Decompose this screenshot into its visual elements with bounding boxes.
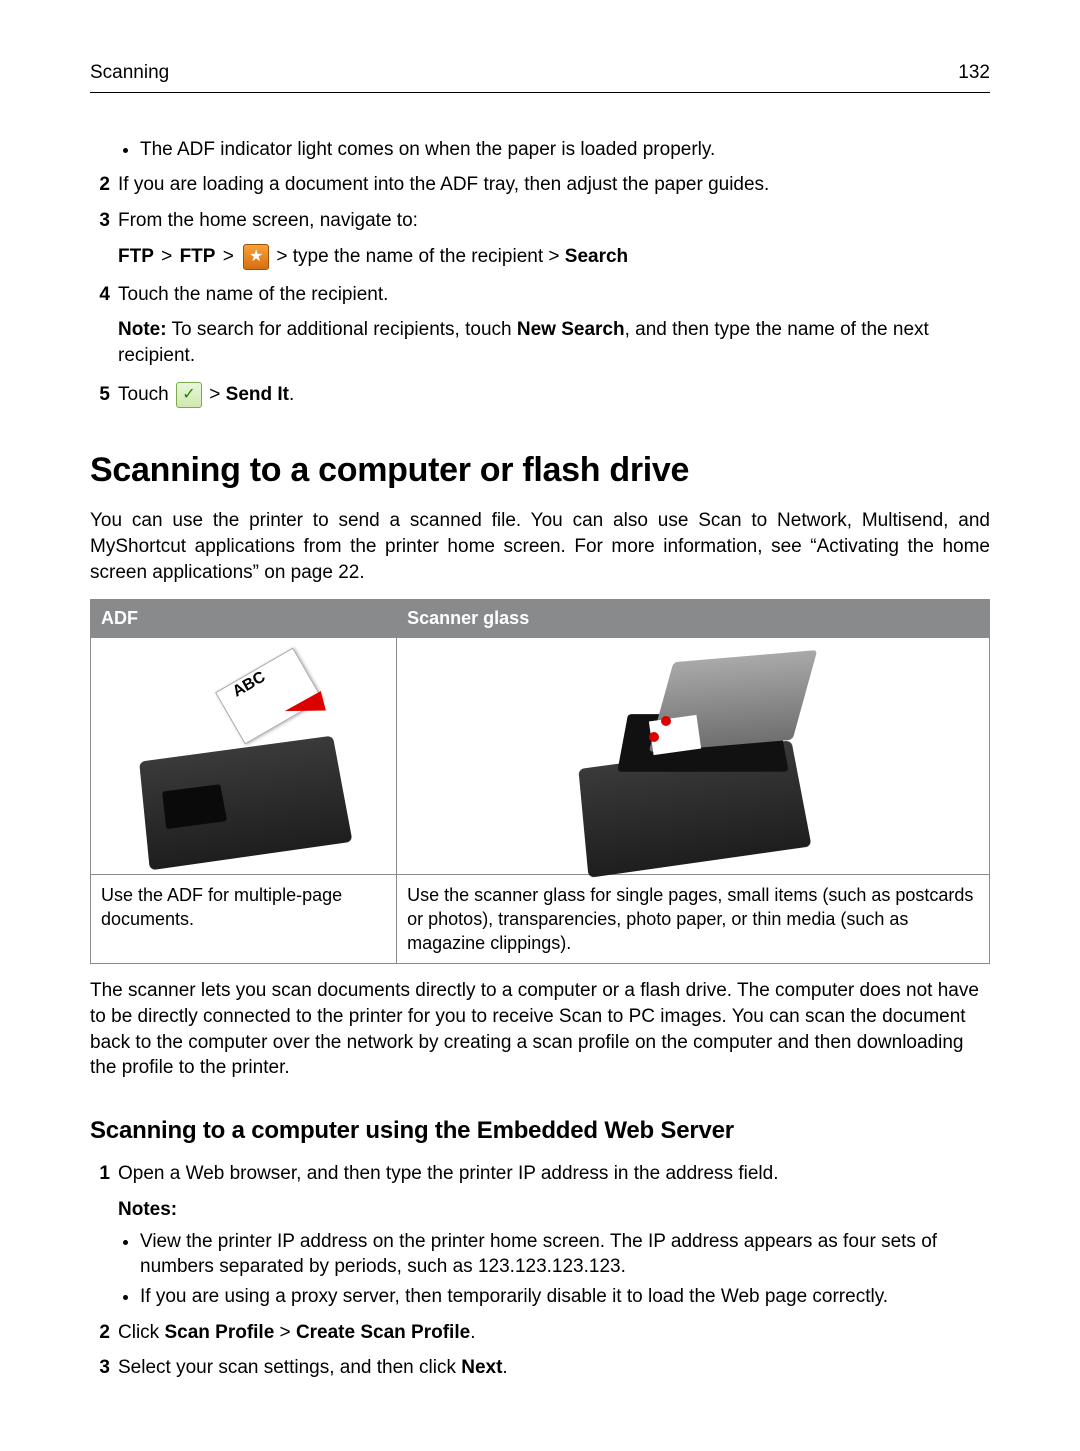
step-4-note: Note: To search for additional recipient… (118, 317, 990, 368)
notes-label: Notes: (118, 1197, 990, 1223)
note-label: Note: (118, 319, 167, 340)
step-text: Touch ✓ > Send It. (118, 382, 990, 408)
section-intro-paragraph: You can use the printer to send a scanne… (90, 508, 990, 585)
step-number: 1 (90, 1161, 118, 1187)
step-3-navigation-path: FTP > FTP > ★ > type the name of the rec… (118, 244, 990, 270)
step-number: 2 (90, 1320, 118, 1346)
step-5-lead: Touch (118, 385, 174, 406)
step-4: 4 Touch the name of the recipient. (90, 282, 990, 308)
nav-instruction: > type the name of the recipient > (276, 246, 564, 267)
step-3-tail: . (502, 1357, 507, 1378)
step-number: 2 (90, 172, 118, 198)
subsection-heading: Scanning to a computer using the Embedde… (90, 1115, 990, 1147)
table-desc-adf: Use the ADF for multiple‑page documents. (91, 874, 397, 964)
note-bold: New Search (517, 319, 625, 340)
table-desc-scanner-glass: Use the scanner glass for single pages, … (397, 874, 990, 964)
nav-sep: > (159, 246, 174, 267)
step-3: 3 From the home screen, navigate to: (90, 208, 990, 234)
running-header: Scanning 132 (90, 60, 990, 93)
step-3-next: Next (461, 1357, 502, 1378)
content-body: The ADF indicator light comes on when th… (90, 137, 990, 1381)
running-header-section: Scanning (90, 60, 169, 86)
nav-ftp-1: FTP (118, 246, 154, 267)
table-image-adf: ABC (91, 637, 397, 874)
step-number: 4 (90, 282, 118, 308)
leading-bullet: The ADF indicator light comes on when th… (140, 137, 990, 163)
step-5-sep: > (209, 385, 225, 406)
document-page: Scanning 132 The ADF indicator light com… (0, 0, 1080, 1451)
step-2: 2 If you are loading a document into the… (90, 172, 990, 198)
step-5: 5 Touch ✓ > Send It. (90, 382, 990, 408)
table-header-scanner-glass: Scanner glass (397, 600, 990, 637)
step-text: If you are loading a document into the A… (118, 172, 990, 198)
bottom-step-1: 1 Open a Web browser, and then type the … (90, 1161, 990, 1187)
notes-bullet-list: View the printer IP address on the print… (90, 1229, 990, 1310)
running-header-page: 132 (958, 60, 990, 86)
step-text: From the home screen, navigate to: (118, 208, 990, 234)
leading-bullet-list: The ADF indicator light comes on when th… (90, 137, 990, 163)
step-number: 3 (90, 208, 118, 234)
step-text: Select your scan settings, and then clic… (118, 1355, 990, 1381)
nav-sep: > (221, 246, 236, 267)
step-3-lead: Select your scan settings, and then clic… (118, 1357, 461, 1378)
checkmark-icon: ✓ (176, 382, 202, 408)
printer-adf-illustration: ABC (114, 656, 374, 856)
step-number: 5 (90, 382, 118, 408)
after-table-paragraph: The scanner lets you scan documents dire… (90, 978, 990, 1081)
nav-search: Search (565, 246, 628, 267)
printer-glass-illustration (563, 656, 823, 856)
step-text: Open a Web browser, and then type the pr… (118, 1161, 990, 1187)
step-2-scan-profile: Scan Profile (164, 1322, 274, 1343)
step-2-sep: > (274, 1322, 296, 1343)
step-text: Click Scan Profile > Create Scan Profile… (118, 1320, 990, 1346)
step-5-sendit: Send It (226, 385, 289, 406)
address-book-icon: ★ (243, 244, 269, 270)
table-header-adf: ADF (91, 600, 397, 637)
bottom-step-2: 2 Click Scan Profile > Create Scan Profi… (90, 1320, 990, 1346)
table-image-scanner-glass (397, 637, 990, 874)
notes-bullet-2: If you are using a proxy server, then te… (140, 1284, 990, 1310)
step-2-create: Create Scan Profile (296, 1322, 470, 1343)
step-2-lead: Click (118, 1322, 164, 1343)
notes-bullet-1: View the printer IP address on the print… (140, 1229, 990, 1280)
note-text-a: To search for additional recipients, tou… (167, 319, 517, 340)
bottom-step-3: 3 Select your scan settings, and then cl… (90, 1355, 990, 1381)
nav-ftp-2: FTP (180, 246, 216, 267)
section-heading: Scanning to a computer or flash drive (90, 448, 990, 494)
step-5-tail: . (289, 385, 294, 406)
step-text: Touch the name of the recipient. (118, 282, 990, 308)
step-2-tail: . (470, 1322, 475, 1343)
scan-methods-table: ADF Scanner glass ABC (90, 599, 990, 964)
step-number: 3 (90, 1355, 118, 1381)
